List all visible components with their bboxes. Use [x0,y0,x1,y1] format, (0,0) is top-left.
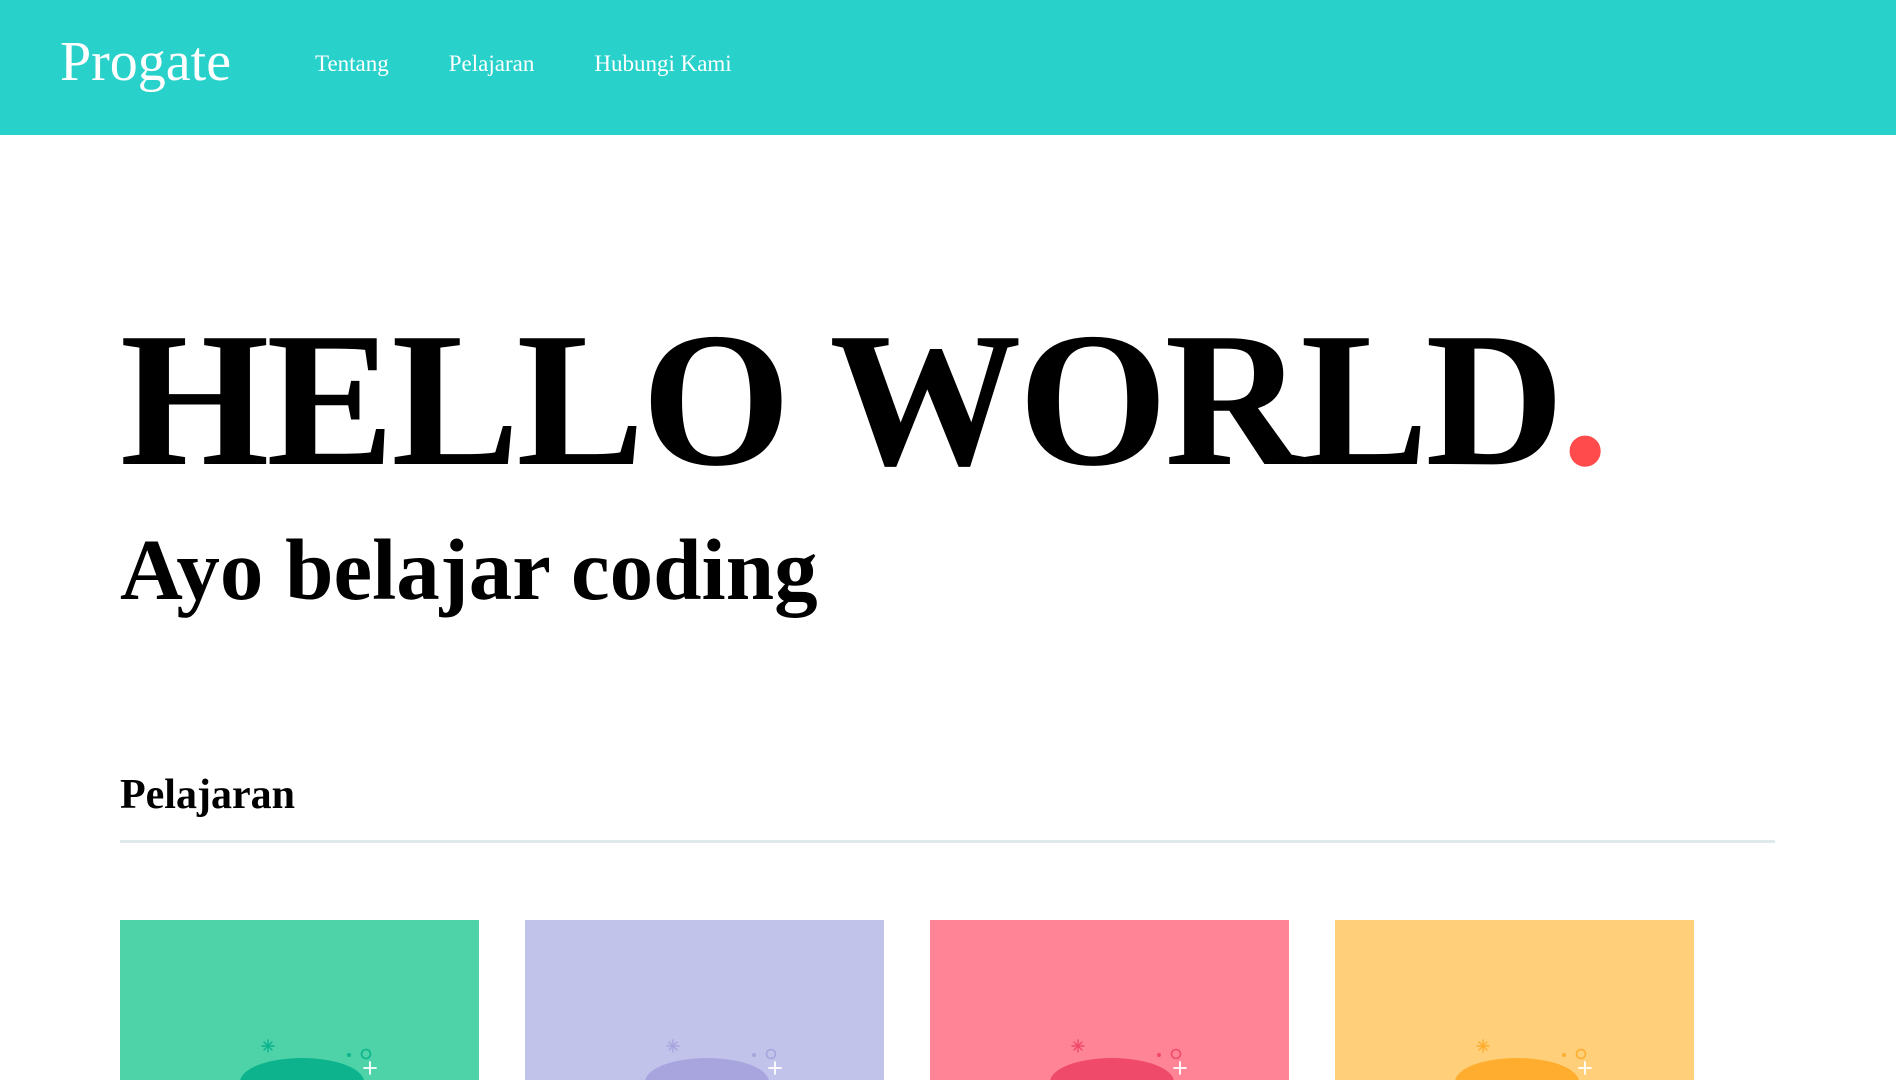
lesson-illustration-icon [1050,1039,1187,1080]
lesson-card[interactable] [1335,920,1694,1080]
main-nav: Tentang Pelajaran Hubungi Kami [315,44,732,84]
nav-link-hubungi-kami[interactable]: Hubungi Kami [594,44,731,84]
logo[interactable]: Progate [60,24,231,100]
lesson-illustration-icon [240,1039,377,1080]
nav-link-tentang[interactable]: Tentang [315,44,389,84]
hero-subtitle: Ayo belajar coding [120,521,818,618]
lesson-card[interactable] [120,920,479,1080]
lesson-card[interactable] [930,920,1289,1080]
lessons-divider [120,840,1775,843]
lesson-card[interactable] [525,920,884,1080]
lesson-illustration-icon [645,1039,782,1080]
nav-link-pelajaran[interactable]: Pelajaran [449,44,535,84]
lesson-illustration-icon [1455,1039,1592,1080]
hero-title-text: HELLO WORLD [120,293,1564,506]
hero-title: HELLO WORLD. [120,304,1609,496]
lessons-heading: Pelajaran [120,772,295,818]
hero-title-dot: . [1561,293,1609,506]
header: Progate Tentang Pelajaran Hubungi Kami [0,0,1896,135]
